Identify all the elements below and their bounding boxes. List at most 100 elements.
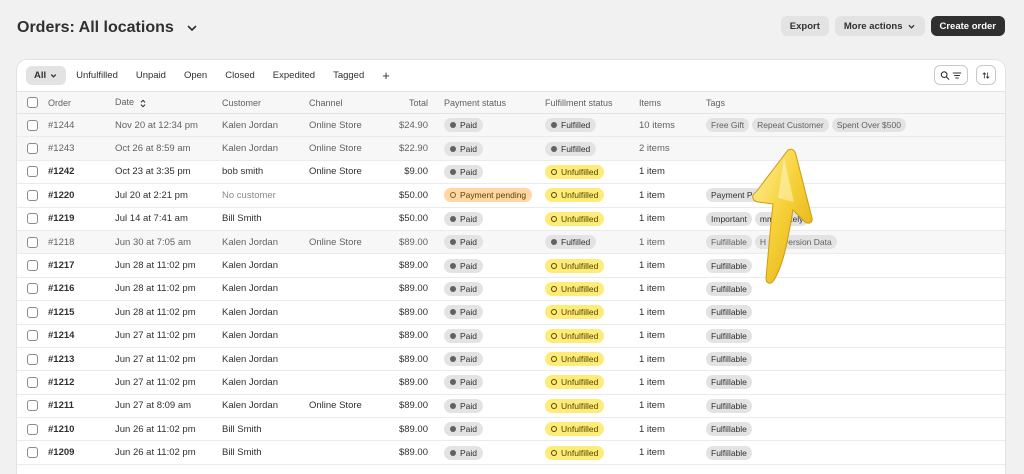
order-customer: bob smith bbox=[222, 160, 309, 185]
table-row[interactable]: #1216 Jun 28 at 11:02 pm Kalen Jordan $89.0… bbox=[17, 277, 1005, 302]
order-number[interactable]: #1243 bbox=[48, 136, 115, 161]
select-all-checkbox[interactable] bbox=[27, 97, 38, 109]
tab-all[interactable]: All bbox=[26, 66, 67, 85]
status-dot-icon bbox=[450, 262, 456, 269]
more-actions-button[interactable]: More actions bbox=[834, 16, 925, 36]
row-checkbox[interactable] bbox=[27, 213, 38, 225]
order-number[interactable]: #1217 bbox=[48, 253, 115, 278]
table-row[interactable]: #1217 Jun 28 at 11:02 pm Kalen Jordan $89.0… bbox=[17, 253, 1005, 278]
table-row[interactable]: #1212 Jun 27 at 11:02 pm Kalen Jordan $89.0… bbox=[17, 370, 1005, 395]
payment-status-cell: Paid bbox=[444, 394, 545, 419]
order-number[interactable]: #1220 bbox=[48, 183, 115, 208]
table-row[interactable]: #1214 Jun 27 at 11:02 pm Kalen Jordan $89.0… bbox=[17, 324, 1005, 348]
table-row[interactable]: #1211 Jun 27 at 8:09 am Kalen Jordan Online… bbox=[17, 394, 1005, 419]
payment-status-cell: Paid bbox=[444, 370, 545, 395]
table-row[interactable]: #1218 Jun 30 at 7:05 am Kalen Jordan Online… bbox=[17, 230, 1005, 255]
table-row[interactable]: #1210 Jun 26 at 11:02 pm Bill Smith $89.00 P… bbox=[17, 417, 1005, 442]
order-date: Jun 27 at 11:02 pm bbox=[115, 347, 222, 372]
order-number[interactable]: #1213 bbox=[48, 347, 115, 372]
row-checkbox[interactable] bbox=[27, 376, 38, 388]
row-checkbox[interactable] bbox=[27, 119, 38, 131]
order-number[interactable]: #1244 bbox=[48, 113, 115, 138]
tag: Fulfillable bbox=[706, 258, 752, 273]
payment-status-label: Paid bbox=[460, 307, 478, 318]
tab-open[interactable]: Open bbox=[176, 66, 215, 85]
tag: Payment Pen bbox=[706, 188, 768, 203]
row-checkbox[interactable] bbox=[27, 330, 38, 342]
column-header-items[interactable]: Items bbox=[639, 91, 706, 114]
column-header-total[interactable]: Total bbox=[378, 91, 444, 114]
row-checkbox[interactable] bbox=[27, 189, 38, 201]
row-checkbox[interactable] bbox=[27, 283, 38, 295]
tab-tagged[interactable]: Tagged bbox=[325, 66, 372, 85]
add-view-button[interactable]: + bbox=[374, 66, 398, 85]
tab-unfulfilled[interactable]: Unfulfilled bbox=[68, 66, 126, 85]
fulfillment-status-cell: Unfulfilled bbox=[545, 207, 639, 231]
table-row[interactable]: #1215 Jun 28 at 11:02 pm Kalen Jordan $89.0… bbox=[17, 300, 1005, 325]
create-order-button[interactable]: Create order bbox=[930, 16, 1005, 36]
table-row[interactable]: #1209 Jun 26 at 11:02 pm Bill Smith $89.00 P… bbox=[17, 440, 1005, 465]
status-dot-icon bbox=[450, 309, 456, 316]
row-checkbox[interactable] bbox=[27, 306, 38, 318]
order-number[interactable]: #1216 bbox=[48, 277, 115, 302]
order-number[interactable]: #1219 bbox=[48, 207, 115, 231]
order-items: 1 item bbox=[639, 347, 706, 372]
column-header-date[interactable]: Date bbox=[115, 91, 222, 114]
column-header-fulfillment-status[interactable]: Fulfillment status bbox=[545, 91, 639, 114]
page-title[interactable]: Orders: All locations bbox=[17, 19, 200, 37]
row-checkbox[interactable] bbox=[27, 447, 38, 459]
order-number[interactable]: #1212 bbox=[48, 370, 115, 395]
page-title-text: Orders: All locations bbox=[17, 19, 174, 36]
table-row[interactable]: #1242 Oct 23 at 3:35 pm bob smith Online St… bbox=[17, 160, 1005, 185]
column-header-order[interactable]: Order bbox=[48, 91, 115, 114]
payment-status-label: Paid bbox=[460, 424, 478, 435]
row-checkbox[interactable] bbox=[27, 400, 38, 412]
table-row[interactable]: #1219 Jul 14 at 7:41 am Bill Smith $50.00 Pa… bbox=[17, 207, 1005, 231]
row-select-cell bbox=[17, 417, 48, 442]
row-checkbox[interactable] bbox=[27, 236, 38, 248]
order-customer: Kalen Jordan bbox=[222, 300, 309, 325]
row-checkbox[interactable] bbox=[27, 260, 38, 272]
row-checkbox[interactable] bbox=[27, 353, 38, 365]
search-filter-button[interactable] bbox=[934, 65, 968, 85]
table-row[interactable]: #1213 Jun 27 at 11:02 pm Kalen Jordan $89.0… bbox=[17, 347, 1005, 372]
row-checkbox[interactable] bbox=[27, 166, 38, 178]
column-header-channel[interactable]: Channel bbox=[309, 91, 378, 114]
column-header-customer[interactable]: Customer bbox=[222, 91, 309, 114]
payment-status-badge: Paid bbox=[444, 305, 484, 320]
fulfillment-status-badge: Fulfilled bbox=[545, 235, 597, 250]
order-number[interactable]: #1242 bbox=[48, 160, 115, 185]
sort-button[interactable] bbox=[976, 65, 996, 85]
row-checkbox[interactable] bbox=[27, 423, 38, 435]
tab-closed[interactable]: Closed bbox=[217, 66, 263, 85]
table-row[interactable]: #1220 Jul 20 at 2:21 pm No customer $50.00 P… bbox=[17, 183, 1005, 208]
order-number[interactable]: #1214 bbox=[48, 324, 115, 348]
order-total: $89.00 bbox=[378, 230, 444, 255]
payment-status-label: Paid bbox=[460, 213, 478, 224]
order-number[interactable]: #1211 bbox=[48, 394, 115, 419]
orders-card: All Unfulfilled Unpaid Open Closed Expedited T… bbox=[17, 60, 1005, 474]
order-tags bbox=[706, 160, 1005, 185]
order-items: 1 item bbox=[639, 370, 706, 395]
order-number[interactable]: #1218 bbox=[48, 230, 115, 255]
tab-unpaid[interactable]: Unpaid bbox=[128, 66, 174, 85]
fulfillment-status-label: Fulfilled bbox=[561, 143, 591, 154]
payment-status-cell: Payment pending bbox=[444, 183, 545, 208]
order-number[interactable]: #1210 bbox=[48, 417, 115, 442]
table-tools bbox=[934, 65, 996, 85]
fulfillment-status-badge: Unfulfilled bbox=[545, 188, 605, 203]
order-tags: Free Gift Repeat Customer Spent Over $500 bbox=[706, 113, 1005, 138]
table-row[interactable]: #1243 Oct 26 at 8:59 am Kalen Jordan Online… bbox=[17, 136, 1005, 161]
table-row[interactable]: #1244 Nov 20 at 12:34 pm Kalen Jordan Onlin… bbox=[17, 113, 1005, 138]
payment-status-badge: Paid bbox=[444, 398, 484, 413]
order-number[interactable]: #1209 bbox=[48, 440, 115, 465]
tab-expedited[interactable]: Expedited bbox=[265, 66, 323, 85]
export-button[interactable]: Export bbox=[780, 16, 829, 36]
order-channel bbox=[309, 324, 378, 348]
row-checkbox[interactable] bbox=[27, 143, 38, 155]
column-header-tags[interactable]: Tags bbox=[706, 91, 1005, 114]
order-items: 2 items bbox=[639, 136, 706, 161]
column-header-payment-status[interactable]: Payment status bbox=[444, 91, 545, 114]
order-number[interactable]: #1215 bbox=[48, 300, 115, 325]
order-channel: Online Store bbox=[309, 136, 378, 161]
